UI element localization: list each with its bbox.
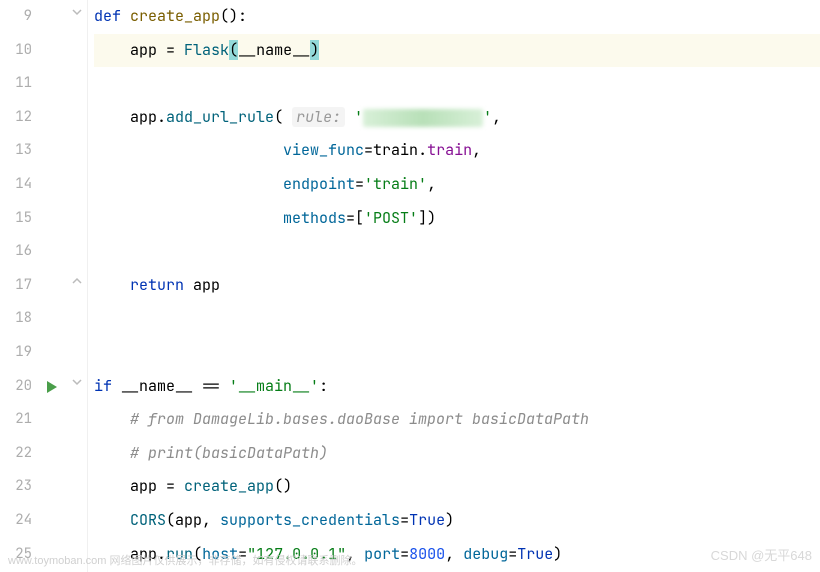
kwarg: view_func	[283, 140, 364, 160]
keyword-def: def	[94, 6, 121, 26]
code-line[interactable]: app = create_app()	[94, 470, 820, 504]
code-line[interactable]: def create_app():	[94, 0, 820, 34]
line-number: 15	[0, 202, 32, 236]
function-call: create_app	[184, 476, 274, 496]
code-line[interactable]	[94, 302, 820, 336]
function-name: create_app	[130, 6, 220, 26]
code-area[interactable]: def create_app(): app = Flask(__name__) …	[88, 0, 820, 572]
run-icon[interactable]	[46, 380, 58, 397]
code-editor[interactable]: 9 10 11 12 13 14 15 16 17 18 19 20 21 22…	[0, 0, 820, 572]
line-number: 10	[0, 34, 32, 68]
line-number: 16	[0, 235, 32, 269]
line-number: 18	[0, 302, 32, 336]
class-name: Flask	[184, 40, 229, 60]
kwarg: methods	[283, 208, 346, 228]
code-line[interactable]: # from DamageLib.bases.daoBase import ba…	[94, 403, 820, 437]
code-line[interactable]: # print(basicDataPath)	[94, 437, 820, 471]
variable: app	[130, 40, 157, 60]
comment: # print(basicDataPath)	[130, 443, 328, 463]
line-number: 21	[0, 403, 32, 437]
code-line[interactable]	[94, 67, 820, 101]
run-gutter	[42, 0, 70, 572]
line-number: 19	[0, 336, 32, 370]
fold-close-icon[interactable]	[72, 276, 82, 286]
line-number: 9	[0, 0, 32, 34]
string: '__main__'	[229, 376, 319, 396]
line-number: 14	[0, 168, 32, 202]
line-number: 20	[0, 370, 32, 404]
bracket-highlight: (	[229, 40, 238, 60]
fold-gutter	[70, 0, 88, 572]
code-line[interactable]: app.add_url_rule( rule: '',	[94, 101, 820, 135]
fold-open-icon[interactable]	[72, 7, 82, 17]
kwarg: endpoint	[283, 174, 355, 194]
code-line[interactable]: methods=['POST'])	[94, 202, 820, 236]
code-line[interactable]	[94, 336, 820, 370]
function-call: CORS	[130, 510, 166, 530]
dunder-name: __name__	[238, 40, 310, 60]
keyword-if: if	[94, 376, 112, 396]
line-number: 23	[0, 470, 32, 504]
boolean: True	[409, 510, 445, 530]
line-number-gutter: 9 10 11 12 13 14 15 16 17 18 19 20 21 22…	[0, 0, 42, 572]
fold-open-icon[interactable]	[72, 377, 82, 387]
code-line[interactable]: CORS(app, supports_credentials=True)	[94, 504, 820, 538]
code-line-current[interactable]: app = Flask(__name__)	[94, 34, 820, 68]
line-number: 13	[0, 134, 32, 168]
code-line[interactable]	[94, 235, 820, 269]
keyword-return: return	[130, 275, 184, 295]
line-number: 11	[0, 67, 32, 101]
bracket-highlight: )	[310, 40, 319, 60]
code-line[interactable]: view_func=train.train,	[94, 134, 820, 168]
kwarg: supports_credentials	[220, 510, 400, 530]
paren: ():	[220, 6, 247, 26]
line-number: 24	[0, 504, 32, 538]
string: 'POST'	[364, 208, 418, 228]
redacted-content	[363, 109, 483, 127]
code-line[interactable]: return app	[94, 269, 820, 303]
line-number: 17	[0, 269, 32, 303]
watermark-bottom: www.toymoban.com 网络图片仅供展示，非存储，如有侵权请联系删除。	[8, 552, 363, 568]
line-number: 22	[0, 437, 32, 471]
comment: # from DamageLib.bases.daoBase import ba…	[130, 409, 589, 429]
string: 'train'	[364, 174, 427, 194]
line-number: 12	[0, 101, 32, 135]
method-name: add_url_rule	[166, 107, 274, 127]
code-line[interactable]: if __name__ == '__main__':	[94, 370, 820, 404]
code-line[interactable]: endpoint='train',	[94, 168, 820, 202]
parameter-hint: rule:	[292, 107, 345, 127]
watermark-right: CSDN @无平648	[711, 545, 812, 564]
